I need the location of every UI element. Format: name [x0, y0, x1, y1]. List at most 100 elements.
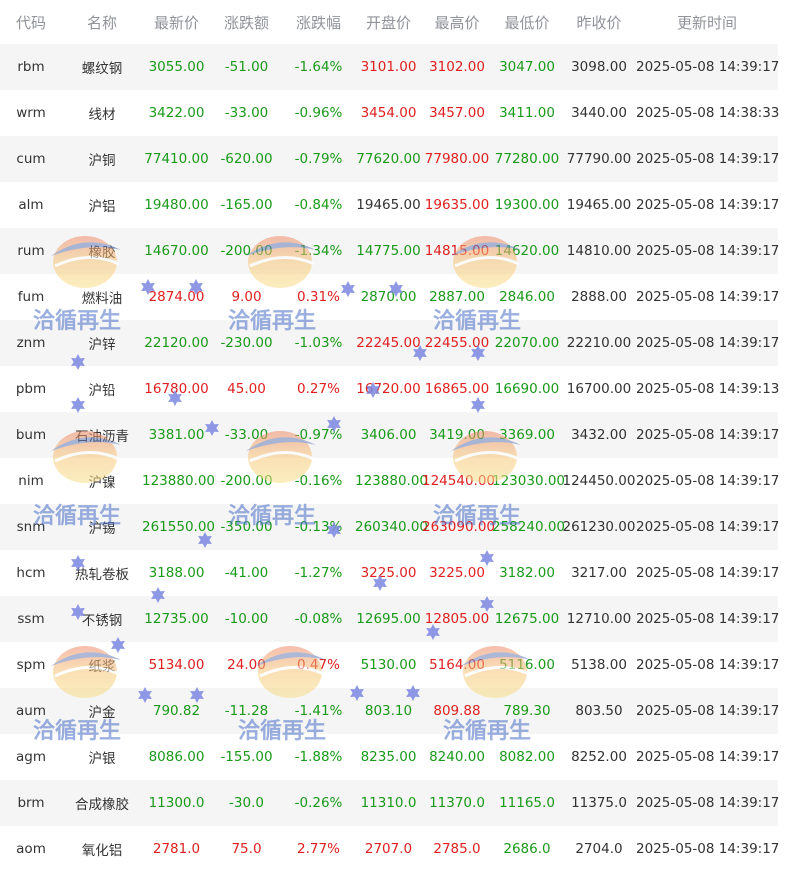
cell-low: 123030.00: [492, 458, 565, 504]
cell-time: 2025-05-08 14:39:17: [636, 228, 779, 274]
column-header-8[interactable]: 昨收价: [562, 0, 636, 44]
cell-prev: 12710.00: [562, 596, 636, 642]
cell-name: 沪银: [62, 734, 142, 780]
cell-time: 2025-05-08 14:39:17: [636, 274, 779, 320]
cell-low: 19300.00: [492, 182, 562, 228]
cell-high: 3457.00: [422, 90, 492, 136]
cell-latest: 12735.00: [142, 596, 211, 642]
cell-high: 2887.00: [422, 274, 492, 320]
cell-latest: 2874.00: [142, 274, 211, 320]
table-row[interactable]: aom 氧化铝 2781.0 75.0 2.77% 2707.0 2785.0 2686.0 2…: [0, 826, 779, 872]
table-row[interactable]: brm 合成橡胶 11300.0 -30.0 -0.26% 11310.0 11370.0 1…: [0, 780, 779, 826]
cell-prev: 803.50: [562, 688, 636, 734]
cell-open: 12695.00: [355, 596, 422, 642]
table-row[interactable]: agm 沪银 8086.00 -155.00 -1.88% 8235.00 8240.00 8…: [0, 734, 779, 780]
cell-change: -200.00: [211, 228, 282, 274]
column-header-4[interactable]: 涨跌幅: [282, 0, 355, 44]
table-row[interactable]: ssm 不锈钢 12735.00 -10.00 -0.08% 12695.00 12805.…: [0, 596, 779, 642]
table-row[interactable]: znm 沪锌 22120.00 -230.00 -1.03% 22245.00 22455.…: [0, 320, 779, 366]
cell-time: 2025-05-08 14:39:17: [636, 642, 779, 688]
table-row[interactable]: wrm 线材 3422.00 -33.00 -0.96% 3454.00 3457.00 34…: [0, 90, 779, 136]
cell-prev: 19465.00: [562, 182, 636, 228]
cell-code: rum: [0, 228, 62, 274]
cell-open: 16720.00: [355, 366, 422, 412]
column-header-1[interactable]: 名称: [62, 0, 142, 44]
cell-latest: 123880.00: [142, 458, 215, 504]
cell-code: rbm: [0, 44, 62, 90]
cell-latest: 5134.00: [142, 642, 211, 688]
cell-latest: 11300.0: [142, 780, 211, 826]
column-header-3[interactable]: 涨跌额: [211, 0, 282, 44]
cell-open: 2870.00: [355, 274, 422, 320]
cell-prev: 14810.00: [562, 228, 636, 274]
cell-time: 2025-05-08 14:39:17: [636, 182, 779, 228]
header-row: 代码 名称 最新价 涨跌额 涨跌幅 开盘价 最高价 最低价 昨收价 更新时间: [0, 0, 778, 44]
cell-latest: 3055.00: [142, 44, 211, 90]
cell-pct: -0.96%: [282, 90, 355, 136]
cell-high: 14815.00: [422, 228, 492, 274]
table-row[interactable]: nim 沪镍 123880.00 -200.00 -0.16% 123880.00 1245…: [0, 458, 779, 504]
cell-name: 不锈钢: [62, 596, 142, 642]
table-row[interactable]: cum 沪铜 77410.00 -620.00 -0.79% 77620.00 77980.…: [0, 136, 779, 182]
cell-prev: 124450.00: [562, 458, 636, 504]
table-row[interactable]: snm 沪锡 261550.00 -350.00 -0.13% 260340.00 2630…: [0, 504, 779, 550]
cell-open: 8235.00: [355, 734, 422, 780]
cell-time: 2025-05-08 14:39:17: [636, 320, 779, 366]
cell-change: -230.00: [211, 320, 282, 366]
cell-code: ssm: [0, 596, 62, 642]
column-header-5[interactable]: 开盘价: [355, 0, 422, 44]
cell-latest: 261550.00: [142, 504, 215, 550]
table-body: rbm 螺纹钢 3055.00 -51.00 -1.64% 3101.00 3102.00 3…: [0, 44, 779, 872]
cell-code: aum: [0, 688, 62, 734]
cell-pct: -1.27%: [282, 550, 355, 596]
table-row[interactable]: rbm 螺纹钢 3055.00 -51.00 -1.64% 3101.00 3102.00 3…: [0, 44, 779, 90]
cell-latest: 19480.00: [142, 182, 211, 228]
quotes-table: 代码 名称 最新价 涨跌额 涨跌幅 开盘价 最高价 最低价 昨收价 更新时间 rbm 螺纹钢 3055…: [0, 0, 779, 872]
table-row[interactable]: rum 橡胶 14670.00 -200.00 -1.34% 14775.00 14815.…: [0, 228, 779, 274]
cell-pct: 0.31%: [282, 274, 355, 320]
cell-change: -350.00: [211, 504, 282, 550]
cell-time: 2025-05-08 14:39:17: [636, 734, 779, 780]
cell-high: 2785.0: [422, 826, 492, 872]
cell-time: 2025-05-08 14:39:17: [636, 550, 779, 596]
cell-name: 沪锌: [62, 320, 142, 366]
cell-high: 16865.00: [422, 366, 492, 412]
table-row[interactable]: aum 沪金 790.82 -11.28 -1.41% 803.10 809.88 789.3…: [0, 688, 779, 734]
table-row[interactable]: bum 石油沥青 3381.00 -33.00 -0.97% 3406.00 3419.00…: [0, 412, 779, 458]
cell-high: 12805.00: [422, 596, 492, 642]
column-header-9[interactable]: 更新时间: [636, 0, 778, 44]
cell-open: 3101.00: [355, 44, 422, 90]
cell-change: -620.00: [211, 136, 282, 182]
cell-change: 45.00: [211, 366, 282, 412]
cell-high: 263090.00: [422, 504, 495, 550]
cell-code: snm: [0, 504, 62, 550]
cell-change: -200.00: [211, 458, 282, 504]
cell-prev: 2704.0: [562, 826, 636, 872]
column-header-2[interactable]: 最新价: [142, 0, 211, 44]
column-header-6[interactable]: 最高价: [422, 0, 492, 44]
table-row[interactable]: hcm 热轧卷板 3188.00 -41.00 -1.27% 3225.00 3225.00…: [0, 550, 779, 596]
table-row[interactable]: pbm 沪铅 16780.00 45.00 0.27% 16720.00 16865.00 1…: [0, 366, 779, 412]
cell-name: 螺纹钢: [62, 44, 142, 90]
cell-name: 纸浆: [62, 642, 142, 688]
cell-latest: 16780.00: [142, 366, 211, 412]
table-row[interactable]: alm 沪铝 19480.00 -165.00 -0.84% 19465.00 19635.…: [0, 182, 779, 228]
table-row[interactable]: spm 纸浆 5134.00 24.00 0.47% 5130.00 5164.00 5116…: [0, 642, 779, 688]
cell-change: -51.00: [211, 44, 282, 90]
cell-low: 3047.00: [492, 44, 562, 90]
cell-latest: 14670.00: [142, 228, 211, 274]
cell-time: 2025-05-08 14:39:17: [636, 780, 779, 826]
cell-low: 16690.00: [492, 366, 562, 412]
cell-time: 2025-05-08 14:39:17: [636, 44, 779, 90]
table-row[interactable]: fum 燃料油 2874.00 9.00 0.31% 2870.00 2887.00 2846…: [0, 274, 779, 320]
cell-prev: 11375.0: [562, 780, 636, 826]
cell-high: 77980.00: [422, 136, 492, 182]
cell-high: 3419.00: [422, 412, 492, 458]
cell-prev: 261230.00: [562, 504, 636, 550]
cell-prev: 22210.00: [562, 320, 636, 366]
column-header-0[interactable]: 代码: [0, 0, 62, 44]
cell-pct: -1.88%: [282, 734, 355, 780]
cell-latest: 3381.00: [142, 412, 211, 458]
column-header-7[interactable]: 最低价: [492, 0, 562, 44]
cell-name: 沪锡: [62, 504, 142, 550]
